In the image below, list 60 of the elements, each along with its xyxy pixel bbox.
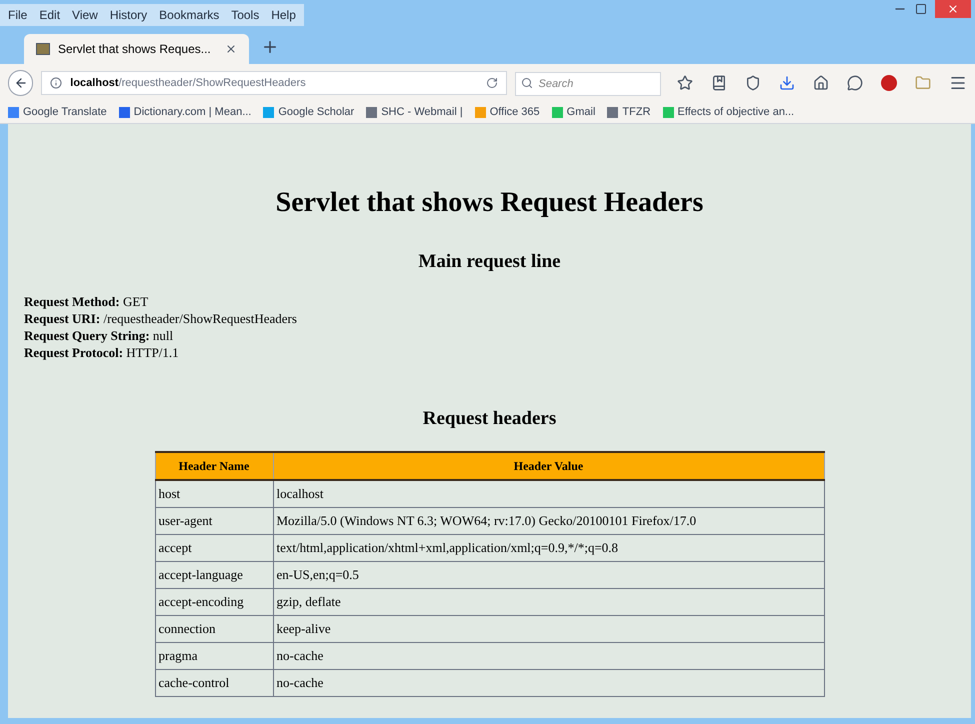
table-cell: en-US,en;q=0.5 [273, 561, 824, 588]
menu-item[interactable]: Bookmarks [159, 6, 220, 24]
bookmark-item[interactable]: Google Translate [8, 104, 107, 121]
table-cell: gzip, deflate [273, 588, 824, 615]
table-cell: localhost [273, 480, 824, 507]
menu-item[interactable]: File [8, 6, 28, 24]
table-cell: keep-alive [273, 615, 824, 642]
info-icon[interactable] [50, 77, 62, 89]
menu-item[interactable]: Help [271, 6, 296, 24]
table-cell: accept-language [155, 561, 273, 588]
browser-tab[interactable]: Servlet that shows Reques... [24, 34, 249, 64]
reload-icon[interactable] [486, 77, 498, 89]
bookmark-item[interactable]: SHC - Webmail | [366, 104, 463, 121]
table-cell: host [155, 480, 273, 507]
menu-item[interactable]: History [110, 6, 148, 24]
request-line: Request Query String: null [24, 326, 174, 344]
search-field[interactable]: Search [515, 72, 661, 96]
bookmarks-icon[interactable] [711, 75, 727, 91]
search-icon [521, 77, 534, 89]
home-icon[interactable] [813, 75, 829, 91]
close-button[interactable] [935, 0, 971, 18]
menu-icon[interactable] [949, 74, 967, 92]
bookmark-item[interactable]: Gmail [552, 104, 596, 121]
bookmark-item[interactable]: Google Scholar [263, 104, 354, 121]
bookmark-item[interactable]: Office 365 [474, 104, 540, 121]
close-icon [947, 3, 959, 15]
star-icon[interactable] [677, 75, 693, 91]
request-line: Request URI: /requestheader/ShowRequestHeaders [24, 310, 298, 326]
page-icon [36, 43, 50, 55]
table-cell: pragma [155, 642, 273, 669]
back-button[interactable] [8, 70, 34, 96]
table-cell: user-agent [155, 507, 273, 534]
download-icon[interactable] [779, 75, 795, 91]
table-cell: accept [155, 534, 273, 561]
address-field[interactable]: localhost/requestheader/ShowRequestHeaders [41, 71, 508, 95]
table-cell: accept-encoding [155, 588, 273, 615]
column-header: Header Name [155, 452, 273, 480]
bookmark-item[interactable]: Dictionary.com | Mean... [118, 104, 252, 121]
close-tab-icon[interactable] [225, 43, 237, 55]
page-title: Servlet that shows Request Headers [274, 186, 704, 220]
menu-item[interactable]: Tools [231, 6, 260, 24]
bookmark-item[interactable]: TFZR [607, 104, 651, 121]
request-line: Request Protocol: HTTP/1.1 [24, 344, 180, 360]
menu-item[interactable]: Edit [39, 6, 60, 24]
table-cell: cache-control [155, 669, 273, 696]
menu-item[interactable]: View [72, 6, 98, 24]
maximize-icon[interactable] [915, 3, 927, 15]
table-cell: no-cache [273, 642, 824, 669]
section-heading: Main request line [417, 250, 562, 274]
request-line: Request Method: GET [24, 292, 150, 310]
table-cell: connection [155, 615, 273, 642]
new-tab-icon[interactable] [261, 38, 279, 56]
back-arrow-icon [14, 76, 28, 90]
table-cell: no-cache [273, 669, 824, 696]
section-heading: Request headers [422, 406, 558, 430]
table-cell: Mozilla/5.0 (Windows NT 6.3; WOW64; rv:17.0) Gecko/20100101 Firefox/17.0 [273, 507, 824, 534]
chat-icon[interactable] [847, 75, 863, 91]
tab-title: Servlet that shows Reques... [58, 41, 212, 58]
bookmark-item[interactable]: Effects of objective an... [662, 104, 794, 121]
table-cell: text/html,application/xhtml+xml,application/xml;q=0.9,*/*;q=0.8 [273, 534, 824, 561]
